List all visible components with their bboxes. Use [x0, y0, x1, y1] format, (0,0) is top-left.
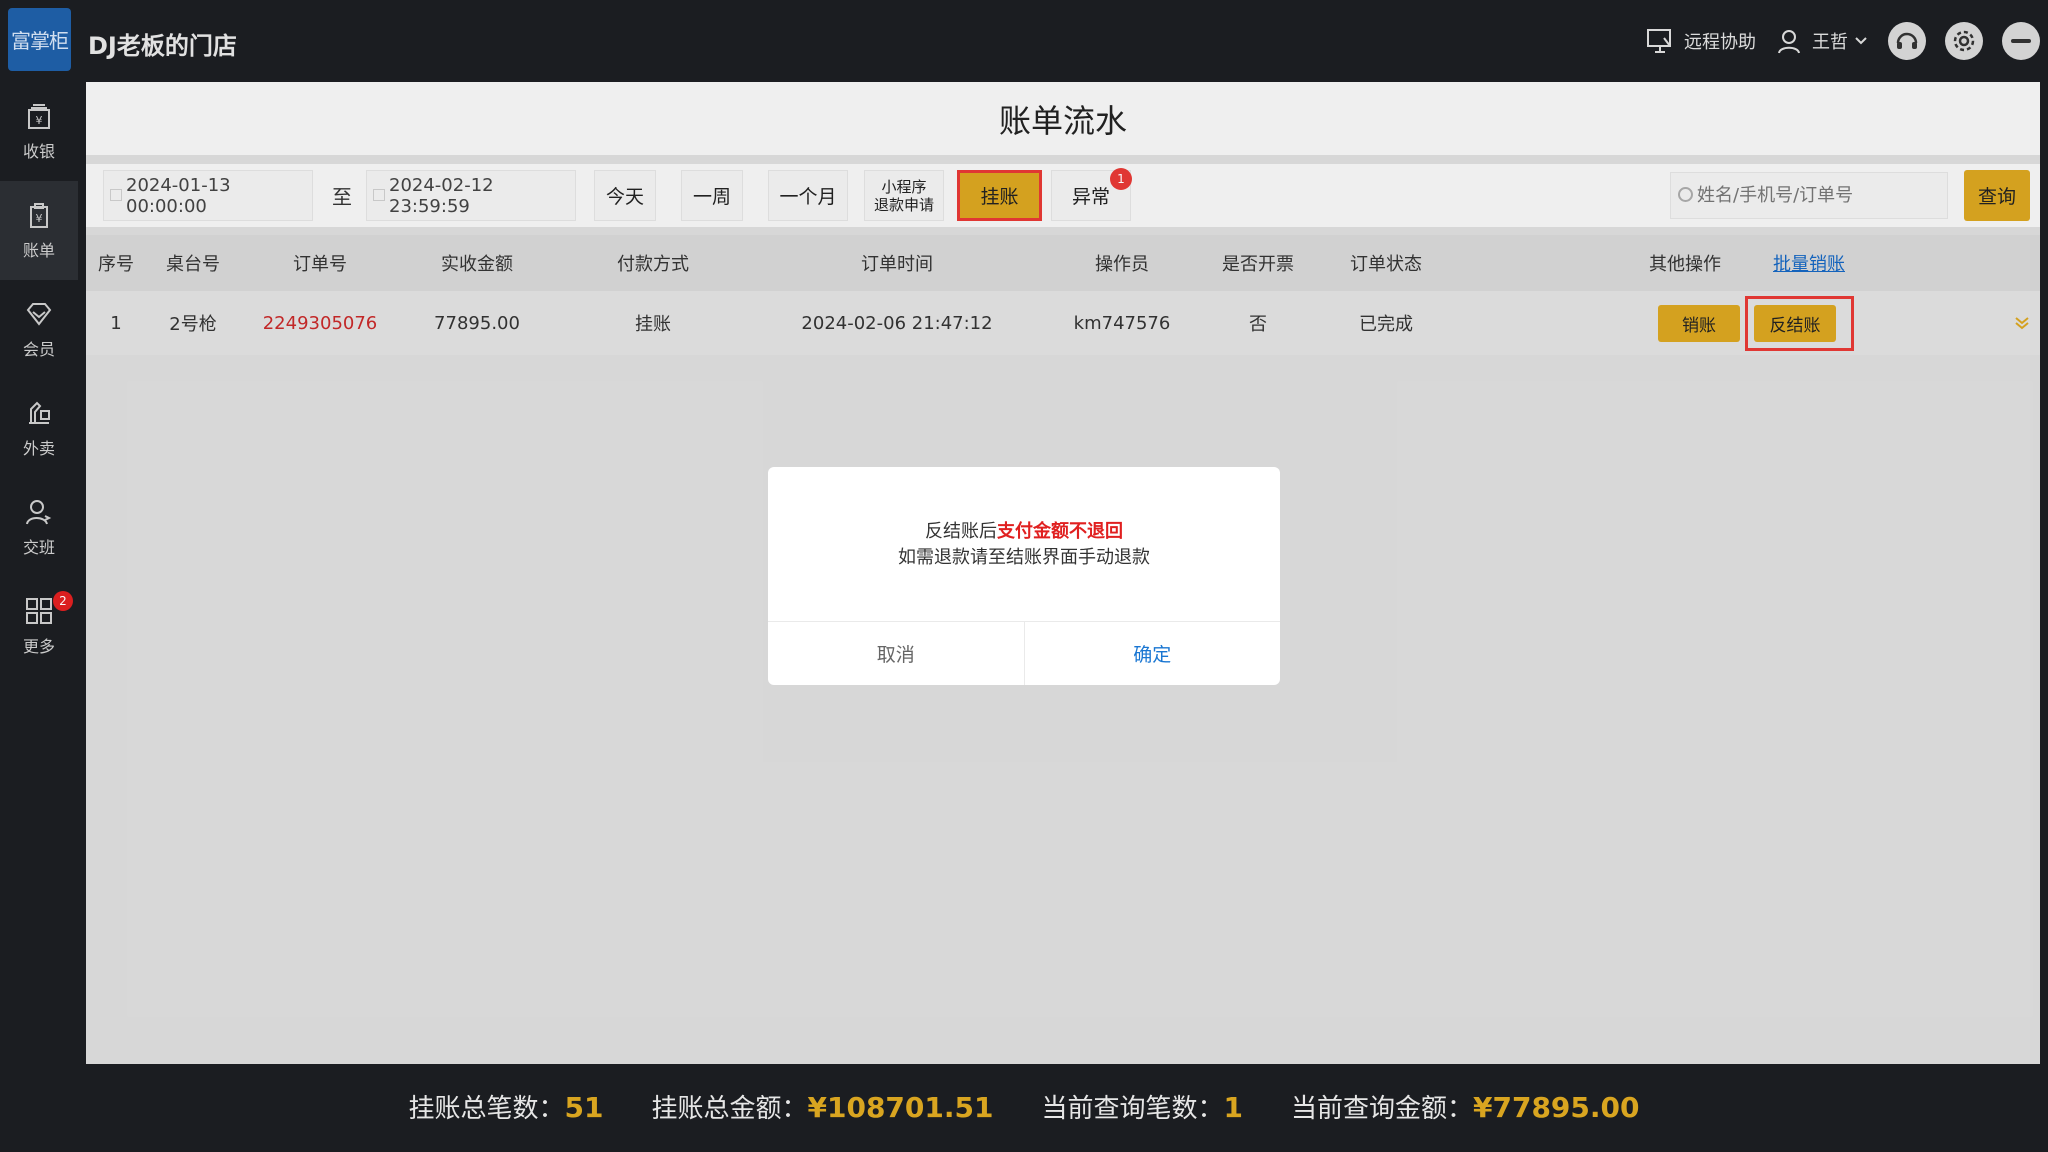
query-count-label: 当前查询笔数： [1041, 1093, 1224, 1124]
credit-count-stat: 挂账总笔数：51 [409, 1088, 604, 1125]
dialog-msg-warning: 支付金额不退回 [997, 521, 1123, 542]
credit-count-label: 挂账总笔数： [408, 1093, 565, 1124]
dialog-confirm-button[interactable]: 确定 [1025, 622, 1281, 685]
query-amount-label: 当前查询金额： [1290, 1093, 1473, 1124]
credit-amount-stat: 挂账总金额：¥108701.51 [651, 1088, 993, 1125]
confirm-dialog: 反结账后支付金额不退回 如需退款请至结账界面手动退款 取消 确定 [768, 467, 1280, 685]
dialog-msg-prefix: 反结账后 [925, 521, 997, 542]
dialog-msg-line2: 如需退款请至结账界面手动退款 [898, 547, 1150, 568]
footer-stats: 挂账总笔数：51 挂账总金额：¥108701.51 当前查询笔数：1 当前查询金… [0, 1064, 2048, 1148]
query-count-value: 1 [1223, 1090, 1243, 1124]
credit-count-value: 51 [564, 1090, 604, 1124]
query-amount-value: ¥77895.00 [1473, 1090, 1640, 1124]
query-amount-stat: 当前查询金额：¥77895.00 [1291, 1088, 1640, 1125]
dialog-cancel-button[interactable]: 取消 [768, 622, 1025, 685]
credit-amount-label: 挂账总金额： [651, 1093, 808, 1124]
dialog-message: 反结账后支付金额不退回 如需退款请至结账界面手动退款 [768, 519, 1280, 571]
query-count-stat: 当前查询笔数：1 [1041, 1088, 1243, 1125]
credit-amount-value: ¥108701.51 [807, 1090, 994, 1124]
